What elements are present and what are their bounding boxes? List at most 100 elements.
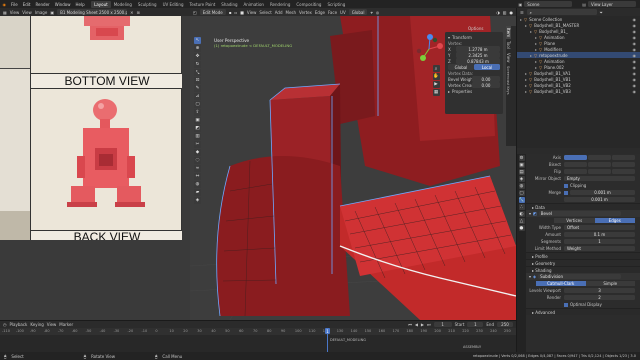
bisect-x-toggle[interactable] bbox=[564, 161, 587, 168]
editor-type-icon[interactable]: ▦ bbox=[3, 10, 7, 15]
workspace-tab-scripting[interactable]: Scripting bbox=[324, 1, 348, 8]
world-tab-icon[interactable]: ◍ bbox=[518, 183, 525, 189]
catmull-clark-tab[interactable]: Catmull-Clark bbox=[536, 280, 586, 287]
axis-z-toggle[interactable] bbox=[612, 154, 635, 161]
3d-viewport[interactable]: ◰ Edit Mode ▪ ▫ ■ View Select Add Mesh V… bbox=[190, 8, 516, 320]
image-name-field[interactable]: B1 Modeling Sheet 2500 x 2500.png bbox=[57, 9, 128, 15]
bisect-z-toggle[interactable] bbox=[612, 161, 635, 168]
merge-field[interactable]: 0.001 m bbox=[570, 189, 635, 196]
end-field[interactable]: 250 bbox=[497, 321, 513, 328]
particles-tab-icon[interactable]: ∴ bbox=[518, 204, 525, 210]
extrude-icon[interactable]: ⇧ bbox=[194, 109, 201, 116]
menu-help[interactable]: Help bbox=[73, 2, 87, 7]
add-cube-icon[interactable]: ▢ bbox=[194, 101, 201, 108]
viewport-menu-face[interactable]: Face bbox=[328, 10, 337, 15]
chevron-right-icon[interactable]: ▸ bbox=[525, 83, 527, 88]
snap-icon[interactable]: ⌖ bbox=[370, 10, 372, 15]
data-tab-icon[interactable]: △ bbox=[518, 218, 525, 224]
filter-icon[interactable]: ⏷ bbox=[600, 10, 603, 15]
chevron-right-icon[interactable]: ▸ bbox=[530, 29, 532, 34]
bevel-modifier-name[interactable]: Bevel bbox=[538, 210, 621, 217]
visibility-icon[interactable]: ◉ bbox=[633, 71, 637, 76]
chevron-right-icon[interactable]: ▸ bbox=[535, 41, 537, 46]
global-toggle[interactable]: Global bbox=[448, 64, 474, 70]
chevron-right-icon[interactable]: ▸ bbox=[520, 17, 522, 22]
axis-gizmo-icon[interactable] bbox=[414, 34, 444, 64]
bisect-y-toggle[interactable] bbox=[588, 161, 611, 168]
vertex-crease-field[interactable]: 0.00 bbox=[472, 82, 500, 88]
editor-type-icon[interactable]: ☰ bbox=[520, 10, 524, 15]
z-field[interactable]: 0.87843 m bbox=[456, 58, 500, 64]
bevel-modifier-header[interactable]: ▾ ◩ Bevel bbox=[526, 210, 640, 217]
simple-tab[interactable]: Simple bbox=[585, 280, 635, 287]
visibility-icon[interactable]: ◉ bbox=[633, 17, 637, 22]
navigation-gizmo[interactable] bbox=[414, 34, 444, 64]
shear-icon[interactable]: ▰ bbox=[194, 189, 201, 196]
edge-slide-icon[interactable]: ⇔ bbox=[194, 173, 201, 180]
viewport-menu-vertex[interactable]: Vertex bbox=[299, 10, 312, 15]
render-tab-icon[interactable]: ▣ bbox=[518, 162, 525, 168]
visibility-icon[interactable]: ◉ bbox=[633, 77, 637, 82]
chevron-right-icon[interactable]: ▸ bbox=[535, 47, 537, 52]
output-tab-icon[interactable]: ▤ bbox=[518, 169, 525, 175]
subsurf-modifier-header[interactable]: ▾ ◈ Subdivision bbox=[526, 273, 640, 280]
width-type-dropdown[interactable]: Offset bbox=[564, 224, 635, 231]
advanced-section[interactable]: ▸ Advanced bbox=[526, 308, 640, 315]
proportional-icon[interactable]: ◎ bbox=[376, 10, 380, 15]
chevron-right-icon[interactable]: ▸ bbox=[525, 77, 527, 82]
flip-x-toggle[interactable] bbox=[564, 168, 587, 175]
play-reverse-icon[interactable]: ◀ bbox=[415, 322, 418, 327]
chevron-right-icon[interactable]: ▸ bbox=[535, 35, 537, 40]
flip-z-toggle[interactable] bbox=[612, 168, 635, 175]
tool-tab-icon[interactable]: ⚙ bbox=[518, 155, 525, 161]
image-menu-view[interactable]: View bbox=[10, 10, 20, 15]
viewport-menu-view[interactable]: View bbox=[247, 10, 257, 15]
levels-viewport-field[interactable]: 3 bbox=[564, 287, 635, 294]
mirror-object-field[interactable]: Empty bbox=[564, 175, 635, 182]
subsurf-modifier-name[interactable]: Subdivision bbox=[538, 273, 621, 280]
close-icon[interactable]: ✕ bbox=[130, 10, 133, 15]
timeline-menu-view[interactable]: View bbox=[47, 322, 57, 327]
workspace-tab-layout[interactable]: Layout bbox=[91, 0, 111, 8]
start-field[interactable]: 1 bbox=[467, 321, 484, 328]
amount-field[interactable]: 0.1 m bbox=[564, 231, 635, 238]
chevron-right-icon[interactable]: ▸ bbox=[525, 23, 527, 28]
edge-select-icon[interactable]: ▫ bbox=[234, 10, 237, 15]
optimal-display-checkbox[interactable] bbox=[564, 302, 568, 307]
editor-type-icon[interactable]: ◷ bbox=[3, 322, 7, 327]
cursor-icon[interactable]: ⊕ bbox=[194, 45, 201, 52]
current-frame-field[interactable]: 1 bbox=[433, 321, 452, 328]
scale-icon[interactable]: ⤡ bbox=[194, 69, 201, 76]
segments-field[interactable]: 1 bbox=[564, 238, 635, 245]
viewport-canvas[interactable]: User Perspective (1) retopoextrude < DEF… bbox=[190, 16, 516, 320]
pin-icon[interactable]: ⊞ bbox=[136, 10, 139, 15]
shading-solid-icon[interactable]: ● bbox=[510, 10, 514, 15]
flip-y-toggle[interactable] bbox=[588, 168, 611, 175]
viewport-menu-mesh[interactable]: Mesh bbox=[286, 10, 297, 15]
profile-section[interactable]: ▸ Profile bbox=[526, 252, 640, 259]
mode-selector[interactable]: Edit Mode bbox=[199, 9, 226, 15]
image-menu-view-2[interactable]: View bbox=[22, 10, 32, 15]
rip-icon[interactable]: ◈ bbox=[194, 197, 201, 204]
camera-icon[interactable]: ▶ bbox=[432, 81, 440, 88]
bevel-weight-field[interactable]: 0.00 bbox=[472, 76, 500, 82]
jump-end-icon[interactable]: ⏭ bbox=[427, 322, 431, 327]
workspace-tab-animation[interactable]: Animation bbox=[241, 1, 267, 8]
vertex-select-icon[interactable]: ▪ bbox=[229, 10, 232, 15]
workspace-tab-shading[interactable]: Shading bbox=[218, 1, 240, 8]
viewport-menu-uv[interactable]: UV bbox=[340, 10, 346, 15]
overlay-icon[interactable]: ◑ bbox=[496, 10, 500, 15]
npanel-tab-item[interactable]: Item bbox=[506, 26, 511, 40]
workspace-tab-sculpting[interactable]: Sculpting bbox=[135, 1, 160, 8]
object-tab-icon[interactable]: ▢ bbox=[518, 190, 525, 196]
viewport-menu-select[interactable]: Select bbox=[259, 10, 271, 15]
options-dropdown[interactable]: Options bbox=[468, 26, 483, 31]
x-field[interactable]: 1.2778 m bbox=[456, 46, 500, 52]
chevron-right-icon[interactable]: ▸ bbox=[530, 53, 532, 58]
timeline-menu-marker[interactable]: Marker bbox=[59, 322, 73, 327]
play-icon[interactable]: ▶ bbox=[421, 322, 424, 327]
visibility-icon[interactable]: ◉ bbox=[633, 65, 637, 70]
clipping-checkbox[interactable] bbox=[564, 183, 568, 188]
shading-section[interactable]: ▸ Shading bbox=[526, 266, 640, 273]
transform-icon[interactable]: ⊡ bbox=[194, 77, 201, 84]
